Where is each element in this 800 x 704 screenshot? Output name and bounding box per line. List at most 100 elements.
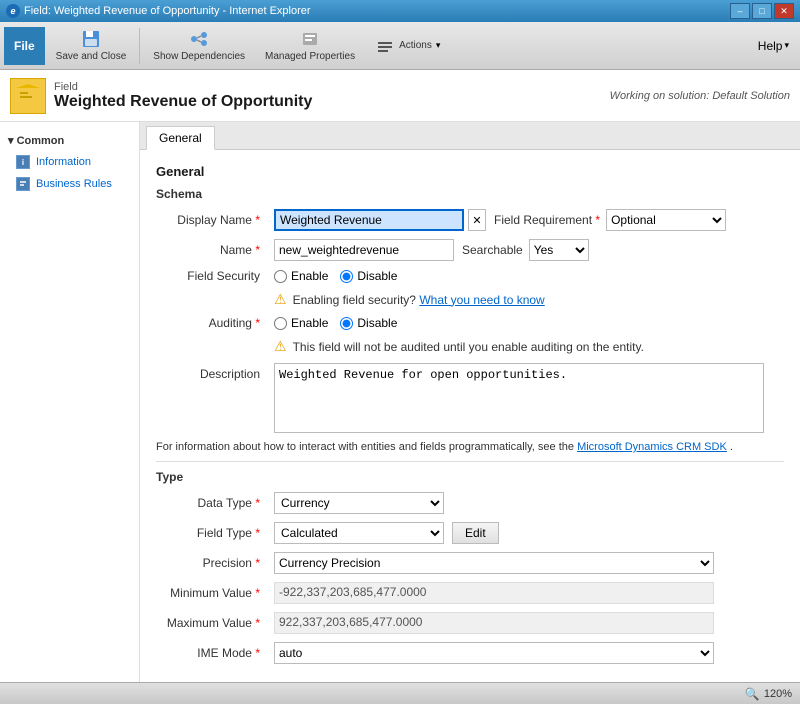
field-type-row: Field Type * Calculated Simple Rollup Ed…: [156, 522, 784, 544]
content-area: ▾ Common i Information Business Rules Ge…: [0, 122, 800, 682]
minimum-value-row: Minimum Value * -922,337,203,685,477.000…: [156, 582, 784, 604]
maximum-value-display: 922,337,203,685,477.0000: [274, 612, 714, 634]
title-bar-text: Field: Weighted Revenue of Opportunity -…: [24, 5, 311, 17]
section-divider: [156, 461, 784, 462]
auditing-enable-radio[interactable]: [274, 317, 287, 330]
sidebar: ▾ Common i Information Business Rules: [0, 122, 140, 682]
warning-link[interactable]: What you need to know: [419, 293, 544, 307]
tab-general[interactable]: General: [146, 126, 215, 150]
managed-properties-button[interactable]: Managed Properties: [256, 26, 364, 66]
minimum-value-label: Minimum Value *: [156, 586, 266, 600]
description-row: Description Weighted Revenue for open op…: [156, 363, 784, 433]
field-security-disable-option[interactable]: Disable: [340, 269, 397, 283]
managed-properties-icon: [300, 29, 320, 49]
show-dependencies-icon: [189, 29, 209, 49]
schema-header: Schema: [156, 187, 784, 201]
help-label: Help: [758, 39, 783, 53]
name-input[interactable]: [274, 239, 454, 261]
auditing-enable-option[interactable]: Enable: [274, 316, 328, 330]
searchable-group: Searchable Yes No: [462, 239, 589, 261]
sidebar-item-information-label: Information: [36, 156, 91, 168]
warning-text: Enabling field security? What you need t…: [293, 293, 545, 307]
title-bar: e Field: Weighted Revenue of Opportunity…: [0, 0, 800, 22]
auditing-warning-text: This field will not be audited until you…: [293, 340, 644, 354]
maximum-value-label: Maximum Value *: [156, 616, 266, 630]
show-dependencies-label: Show Dependencies: [153, 51, 245, 62]
searchable-select[interactable]: Yes No: [529, 239, 589, 261]
display-name-clear-button[interactable]: ✕: [468, 209, 486, 231]
field-security-enable-option[interactable]: Enable: [274, 269, 328, 283]
actions-button[interactable]: Actions ▾: [366, 26, 449, 66]
precision-select[interactable]: Currency Precision: [274, 552, 714, 574]
minimum-value-display: -922,337,203,685,477.0000: [274, 582, 714, 604]
help-arrow: ▾: [784, 40, 789, 51]
auditing-disable-option[interactable]: Disable: [340, 316, 397, 330]
entity-type-label: Field: [54, 81, 312, 93]
status-bar: 🔍 120%: [0, 682, 800, 704]
auditing-label: Auditing *: [156, 316, 266, 330]
field-security-radio-group: Enable Disable: [274, 269, 397, 283]
ribbon-separator-1: [139, 28, 140, 64]
field-requirement-group: Field Requirement * Optional Business Re…: [494, 209, 726, 231]
managed-properties-label: Managed Properties: [265, 51, 355, 62]
tab-bar: General: [140, 122, 800, 150]
ie-logo-icon: e: [6, 4, 20, 18]
save-close-label: Save and Close: [56, 51, 127, 62]
description-textarea[interactable]: Weighted Revenue for open opportunities.: [274, 363, 764, 433]
name-label: Name *: [156, 243, 266, 257]
ime-mode-label: IME Mode *: [156, 646, 266, 660]
sidebar-item-information[interactable]: i Information: [0, 151, 139, 173]
auditing-disable-radio[interactable]: [340, 317, 353, 330]
name-row: Name * Searchable Yes No: [156, 239, 784, 261]
ime-mode-select[interactable]: auto active inactive disabled: [274, 642, 714, 664]
field-security-disable-radio[interactable]: [340, 270, 353, 283]
display-name-label: Display Name *: [156, 213, 266, 227]
solution-label: Working on solution: Default Solution: [610, 90, 790, 102]
sidebar-section-header: ▾ Common: [0, 130, 139, 151]
file-button[interactable]: File: [4, 27, 45, 65]
section-general-header: General: [156, 164, 784, 179]
header-bar: Field Weighted Revenue of Opportunity Wo…: [0, 70, 800, 122]
form-area: General General Schema Display Name * ✕: [140, 122, 800, 682]
description-label: Description: [156, 363, 266, 381]
field-requirement-select[interactable]: Optional Business Recommended Business R…: [606, 209, 726, 231]
form-content: General Schema Display Name * ✕ Field Re…: [140, 150, 800, 682]
maximum-value-row: Maximum Value * 922,337,203,685,477.0000: [156, 612, 784, 634]
precision-label: Precision *: [156, 556, 266, 570]
auditing-warning-icon: ⚠: [274, 338, 287, 355]
zoom-label: 120%: [764, 688, 792, 700]
edit-button[interactable]: Edit: [452, 522, 499, 544]
sdk-link[interactable]: Microsoft Dynamics CRM SDK: [577, 441, 727, 453]
display-name-row: Display Name * ✕ Field Requirement * Opt…: [156, 209, 784, 231]
zoom-icon: 🔍: [745, 687, 760, 701]
field-security-row: Field Security Enable Disable: [156, 269, 784, 283]
entity-name-label: Weighted Revenue of Opportunity: [54, 93, 312, 111]
type-section-header: Type: [156, 470, 784, 484]
help-button[interactable]: Help ▾: [751, 34, 796, 58]
auditing-row: Auditing * Enable Disable: [156, 316, 784, 330]
close-button[interactable]: ✕: [774, 3, 794, 19]
field-type-label: Field Type *: [156, 526, 266, 540]
data-type-select[interactable]: Currency: [274, 492, 444, 514]
actions-arrow: ▾: [436, 40, 441, 51]
searchable-label: Searchable: [462, 243, 523, 257]
show-dependencies-button[interactable]: Show Dependencies: [144, 26, 254, 66]
data-type-label: Data Type *: [156, 496, 266, 510]
auditing-warning-row: ⚠ This field will not be audited until y…: [274, 338, 784, 355]
save-close-button[interactable]: Save and Close: [47, 26, 136, 66]
display-name-input[interactable]: [274, 209, 464, 231]
sidebar-item-business-rules[interactable]: Business Rules: [0, 173, 139, 195]
sidebar-item-business-rules-label: Business Rules: [36, 178, 112, 190]
actions-label: Actions: [399, 40, 432, 51]
maximize-button[interactable]: □: [752, 3, 772, 19]
ime-mode-row: IME Mode * auto active inactive disabled: [156, 642, 784, 664]
auditing-radio-group: Enable Disable: [274, 316, 397, 330]
svg-text:i: i: [22, 158, 24, 167]
warning-icon: ⚠: [274, 291, 287, 308]
field-type-select[interactable]: Calculated Simple Rollup: [274, 522, 444, 544]
minimize-button[interactable]: –: [730, 3, 750, 19]
field-security-warning-row: ⚠ Enabling field security? What you need…: [274, 291, 784, 308]
information-icon: i: [16, 155, 30, 169]
field-security-enable-radio[interactable]: [274, 270, 287, 283]
display-name-required: *: [255, 213, 260, 227]
